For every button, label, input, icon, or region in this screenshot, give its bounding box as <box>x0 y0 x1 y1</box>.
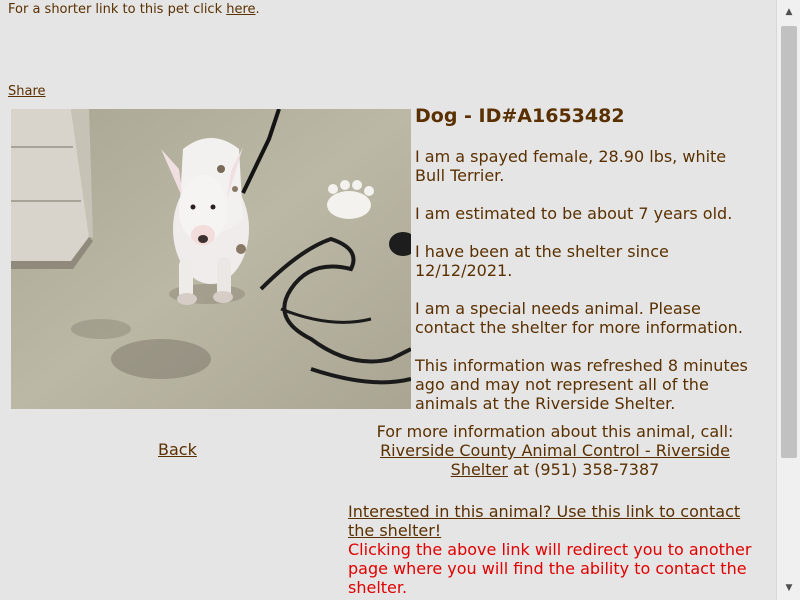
shortlink-suffix: . <box>255 2 260 17</box>
vertical-scrollbar[interactable]: ▲ ▼ <box>776 0 800 600</box>
pet-special-needs: I am a special needs animal. Please cont… <box>415 299 743 337</box>
redirect-note: Clicking the above link will redirect yo… <box>348 540 752 597</box>
interested-contact-link[interactable]: Interested in this animal? Use this link… <box>348 502 740 540</box>
scroll-down-icon[interactable]: ▼ <box>777 576 800 600</box>
scroll-up-icon[interactable]: ▲ <box>777 0 800 24</box>
shortlink-here-link[interactable]: here <box>226 2 255 17</box>
pet-info: Dog - ID#A1653482 I am a spayed female, … <box>415 103 760 432</box>
contact-intro: For more information about this animal, … <box>376 422 734 441</box>
shortlink-line: For a shorter link to this pet click her… <box>8 2 260 17</box>
page: For a shorter link to this pet click her… <box>0 0 776 600</box>
back-link[interactable]: Back <box>158 440 197 459</box>
interest-section: Interested in this animal? Use this link… <box>348 502 760 597</box>
pet-age: I am estimated to be about 7 years old. <box>415 204 733 223</box>
shortlink-prefix: For a shorter link to this pet click <box>8 2 227 17</box>
pet-photo <box>11 109 411 409</box>
pet-refresh-note: This information was refreshed 8 minutes… <box>415 356 748 413</box>
share-link[interactable]: Share <box>8 84 46 99</box>
pet-shelter-since: I have been at the shelter since 12/12/2… <box>415 242 669 280</box>
pet-description: I am a spayed female, 28.90 lbs, white B… <box>415 147 727 185</box>
pet-title: Dog - ID#A1653482 <box>415 105 625 127</box>
pet-photo-image <box>11 109 411 409</box>
scrollbar-thumb[interactable] <box>781 26 797 458</box>
shelter-phone: at (951) 358-7387 <box>507 460 660 479</box>
contact-line: Riverside County Animal Control - Rivers… <box>350 441 760 479</box>
contact-info: For more information about this animal, … <box>350 422 760 479</box>
